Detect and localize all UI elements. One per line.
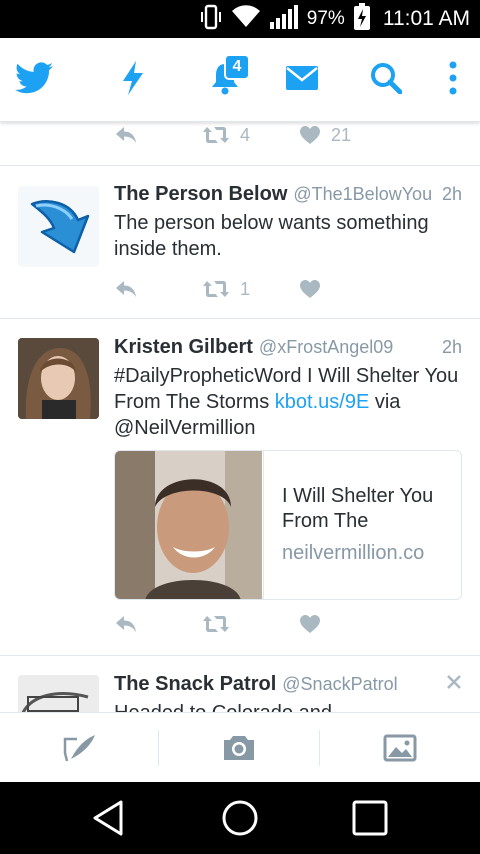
tweet-author-name[interactable]: The Snack Patrol [114, 673, 276, 696]
more-vertical-icon [449, 61, 457, 100]
overflow-menu[interactable] [445, 58, 461, 102]
clock: 11:01 AM [382, 7, 470, 30]
card-domain: neilvermillion.co [282, 542, 425, 564]
tweet-text: #DailyPropheticWord I Will Shelter You F… [114, 363, 462, 441]
avatar[interactable] [18, 338, 99, 419]
search-tab[interactable] [369, 58, 403, 102]
reply-button[interactable] [114, 126, 202, 144]
moments-tab[interactable] [118, 58, 148, 102]
image-icon [383, 734, 417, 762]
search-icon [370, 62, 403, 99]
like-count: 21 [331, 124, 352, 145]
card-photo-icon [115, 451, 262, 599]
retweet-icon [203, 127, 229, 143]
retweet-count: 1 [240, 278, 251, 299]
photo-gallery-button[interactable] [320, 713, 480, 783]
reply-button[interactable] [114, 615, 202, 633]
close-icon [447, 675, 461, 689]
top-nav: 4 [0, 38, 480, 122]
reply-icon [116, 616, 136, 632]
retweet-button[interactable]: 4 [202, 125, 299, 146]
tweet-text: Headed to Colorado and [114, 700, 462, 712]
snack-logo-icon [18, 675, 99, 712]
tweet-body: The Snack Patrol @SnackPatrol Headed to … [114, 673, 462, 712]
reply-icon [116, 281, 136, 297]
tweet-actions: 1 [114, 276, 321, 302]
envelope-icon [285, 65, 319, 96]
retweet-count: 4 [240, 124, 251, 145]
tweet-author-name[interactable]: Kristen Gilbert [114, 336, 253, 359]
reply-icon [116, 127, 136, 143]
card-title: I Will Shelter You From The [282, 485, 434, 532]
reply-button[interactable] [114, 280, 202, 298]
card-divider [263, 451, 264, 599]
dismiss-button[interactable] [446, 674, 462, 695]
quill-icon [63, 735, 95, 762]
tweet-partial[interactable]: 4 21 [0, 122, 480, 166]
tweet-link[interactable]: kbot.us/9E [275, 391, 370, 413]
tweet-author-handle[interactable]: @xFrostAngel09 [259, 337, 393, 358]
like-button[interactable] [299, 614, 321, 634]
camera-icon [224, 736, 254, 760]
twitter-bird-icon [15, 61, 53, 99]
tweet-actions: 4 21 [114, 122, 351, 148]
tweet-header: Kristen Gilbert @xFrostAngel09 2h [114, 336, 462, 359]
tweet-timestamp: 2h [441, 337, 462, 357]
tweet-header: The Person Below @The1BelowYou 2h [114, 183, 462, 206]
tweet-actions [114, 611, 321, 637]
timeline: 4 21 The Person Below @The1BelowYou 2h T… [0, 122, 480, 712]
tweet[interactable]: The Person Below @The1BelowYou 2h The pe… [0, 166, 480, 319]
camera-button[interactable] [159, 713, 319, 783]
recents-square-icon [352, 800, 388, 836]
tweet-author-name[interactable]: The Person Below [114, 183, 287, 206]
back-triangle-icon [93, 800, 123, 836]
home-circle-icon [222, 800, 258, 836]
status-bar: 97% 11:01 AM [0, 0, 480, 38]
compose-tweet-button[interactable] [0, 713, 160, 783]
tweet-author-handle[interactable]: @The1BelowYou [293, 184, 432, 205]
battery-charging-icon [353, 2, 371, 36]
back-button[interactable] [48, 782, 168, 854]
compose-bar [0, 712, 480, 782]
card-thumbnail [115, 451, 262, 599]
vibrate-icon [199, 4, 223, 35]
recents-button[interactable] [310, 782, 430, 854]
card-info: I Will Shelter You From The neilvermilli… [282, 484, 449, 565]
notifications-tab[interactable]: 4 [202, 54, 250, 102]
down-arrow-avatar-icon [30, 200, 90, 254]
avatar[interactable] [18, 675, 99, 712]
retweet-button[interactable] [202, 615, 299, 633]
home-button[interactable] [180, 782, 300, 854]
retweet-icon [203, 616, 229, 632]
like-button[interactable]: 21 [299, 125, 351, 146]
battery-percent: 97% [306, 8, 345, 29]
retweet-button[interactable]: 1 [202, 279, 299, 300]
tweet-header: The Snack Patrol @SnackPatrol [114, 673, 462, 696]
lightning-icon [120, 60, 146, 101]
heart-icon [300, 615, 320, 633]
tweet-author-handle[interactable]: @SnackPatrol [282, 674, 397, 695]
avatar[interactable] [18, 186, 99, 267]
tweet-body: The Person Below @The1BelowYou 2h The pe… [114, 183, 462, 262]
tweet-text: The person below wants something inside … [114, 212, 429, 260]
profile-photo-icon [18, 338, 99, 419]
signal-icon [269, 4, 299, 35]
tweet[interactable]: The Snack Patrol @SnackPatrol Headed to … [0, 656, 480, 712]
link-card[interactable]: I Will Shelter You From The neilvermilli… [114, 450, 462, 600]
wifi-icon [231, 4, 261, 34]
tweet-timestamp: 2h [441, 184, 462, 204]
notification-badge: 4 [224, 54, 250, 80]
heart-icon [300, 126, 320, 144]
system-navigation-bar [0, 782, 480, 854]
like-button[interactable] [299, 279, 321, 299]
messages-tab[interactable] [284, 58, 320, 102]
tweet[interactable]: Kristen Gilbert @xFrostAngel09 2h #Daily… [0, 319, 480, 656]
heart-icon [300, 280, 320, 298]
home-tab[interactable] [14, 58, 54, 102]
tweet-body: Kristen Gilbert @xFrostAngel09 2h #Daily… [114, 336, 462, 441]
retweet-icon [203, 281, 229, 297]
